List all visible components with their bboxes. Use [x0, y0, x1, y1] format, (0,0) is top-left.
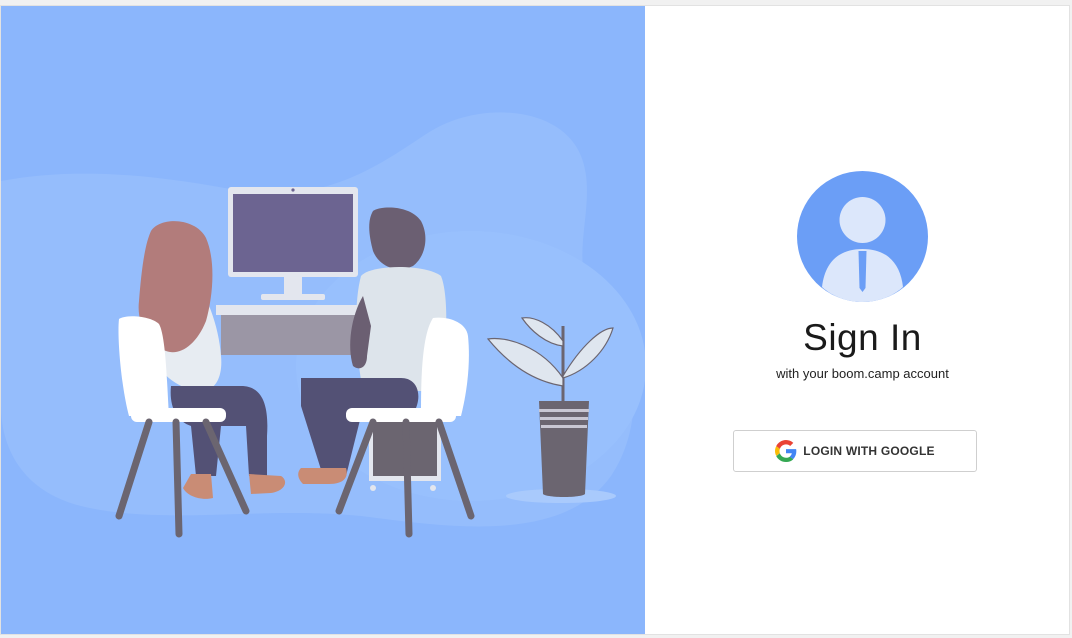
plant-pot	[539, 401, 589, 497]
monitor-screen	[233, 194, 353, 272]
man-shoe	[298, 468, 347, 484]
google-logo-icon	[775, 440, 797, 462]
illustration-panel	[1, 6, 645, 634]
coworkers-illustration	[1, 112, 645, 538]
login-page: Sign In with your boom.camp account LOGI…	[0, 5, 1070, 635]
login-with-google-button[interactable]: LOGIN WITH GOOGLE	[733, 430, 977, 472]
login-with-google-label: LOGIN WITH GOOGLE	[803, 444, 935, 458]
page-subtitle: with your boom.camp account	[776, 366, 949, 381]
page-title: Sign In	[803, 317, 922, 358]
monitor-stand	[284, 277, 302, 295]
monitor-base	[261, 294, 325, 300]
monitor-camera	[291, 188, 295, 192]
man-chair-back	[421, 317, 469, 416]
user-avatar-icon	[797, 171, 928, 302]
signin-panel: Sign In with your boom.camp account LOGI…	[645, 6, 1069, 634]
woman-chair-back	[118, 316, 169, 416]
